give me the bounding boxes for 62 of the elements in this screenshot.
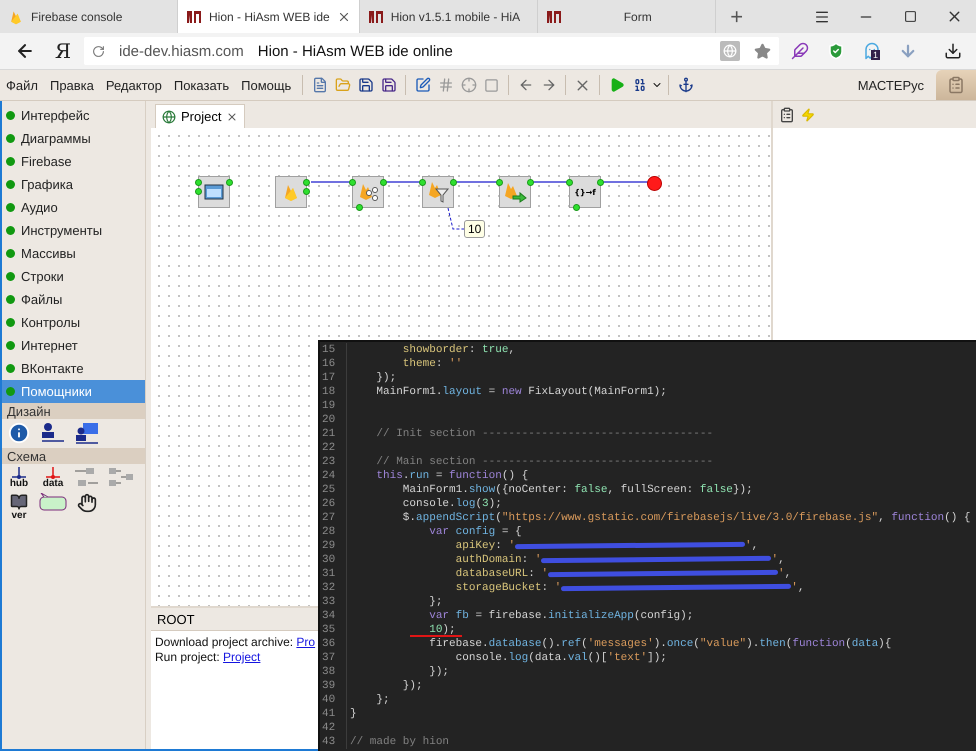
line-number: 34 <box>320 609 347 623</box>
line-number: 31 <box>320 567 347 581</box>
code-line: // Init section ----------------------------------- <box>375 427 714 441</box>
line-number: 22 <box>320 441 347 455</box>
line-number: 30 <box>320 553 347 567</box>
code-line: // Main section ----------------------------------- <box>375 455 714 469</box>
code-line: storageBucket: ' ', <box>454 581 804 595</box>
tool-label: hub <box>10 479 28 489</box>
code-line: console.log(3); <box>402 497 502 511</box>
line-number: 37 <box>320 651 347 665</box>
code-line: console.log(data.val()['text']); <box>454 651 667 665</box>
code-line: apiKey: ' ', <box>454 539 758 553</box>
line-number: 15 <box>320 343 347 357</box>
group-header: Дизайн <box>2 403 145 419</box>
line-number: 40 <box>320 693 347 707</box>
info-text: Download project archive: <box>155 635 294 649</box>
code-line: // made by hion <box>349 735 450 749</box>
notification-badge: 1 <box>871 50 880 60</box>
node-label: {}→f <box>574 188 596 196</box>
info-text: Run project: <box>155 650 221 664</box>
line-number: 27 <box>320 511 347 525</box>
code-line: }); <box>375 371 396 385</box>
code-line: }; <box>428 595 442 609</box>
code-line: firebase.database().ref('messages').once("value").then(function(data){ <box>428 637 892 651</box>
line-number: 26 <box>320 497 347 511</box>
code-line: authDomain: ' ', <box>454 553 785 567</box>
line-number: 41 <box>320 707 347 721</box>
line-number: 19 <box>320 399 347 413</box>
line-number: 42 <box>320 721 347 735</box>
line-number: 39 <box>320 679 347 693</box>
line-number: 20 <box>320 413 347 427</box>
code-line: var config = { <box>428 525 522 539</box>
code-line: $.appendScript("https://www.gstatic.com/firebasejs/live/3.0/firebase.js", function() { <box>402 511 971 525</box>
line-number: 33 <box>320 595 347 609</box>
code-line: MainForm1.layout = new FixLayout(MainForm1); <box>375 385 667 399</box>
line-number: 28 <box>320 525 347 539</box>
code-line: this.run = function() { <box>375 469 528 483</box>
line-number: 32 <box>320 581 347 595</box>
code-line: showborder: true, <box>402 343 516 357</box>
line-number: 25 <box>320 483 347 497</box>
line-number: 43 <box>320 735 347 749</box>
line-number: 38 <box>320 665 347 679</box>
code-line: }; <box>375 693 390 707</box>
line-number: 24 <box>320 469 347 483</box>
group-header: Схема <box>2 448 145 464</box>
code-line: var fb = firebase.initializeApp(config); <box>428 609 694 623</box>
tool-label: data <box>42 479 64 489</box>
code-line: MainForm1.show({noCenter: false, fullScreen: false}); <box>402 483 753 497</box>
code-line: }); <box>428 665 450 679</box>
line-number: 35 <box>320 623 347 637</box>
code-line: theme: '' <box>402 357 462 371</box>
code-line: databaseURL: ' ', <box>454 567 792 581</box>
code-line: }); <box>402 679 423 693</box>
line-number: 16 <box>320 357 347 371</box>
line-number: 17 <box>320 371 347 385</box>
line-number: 29 <box>320 539 347 553</box>
line-number: 21 <box>320 427 347 441</box>
tool-label: ver <box>11 511 26 521</box>
code-line: } <box>349 707 357 721</box>
line-number: 18 <box>320 385 347 399</box>
line-number: 23 <box>320 455 347 469</box>
line-number: 36 <box>320 637 347 651</box>
